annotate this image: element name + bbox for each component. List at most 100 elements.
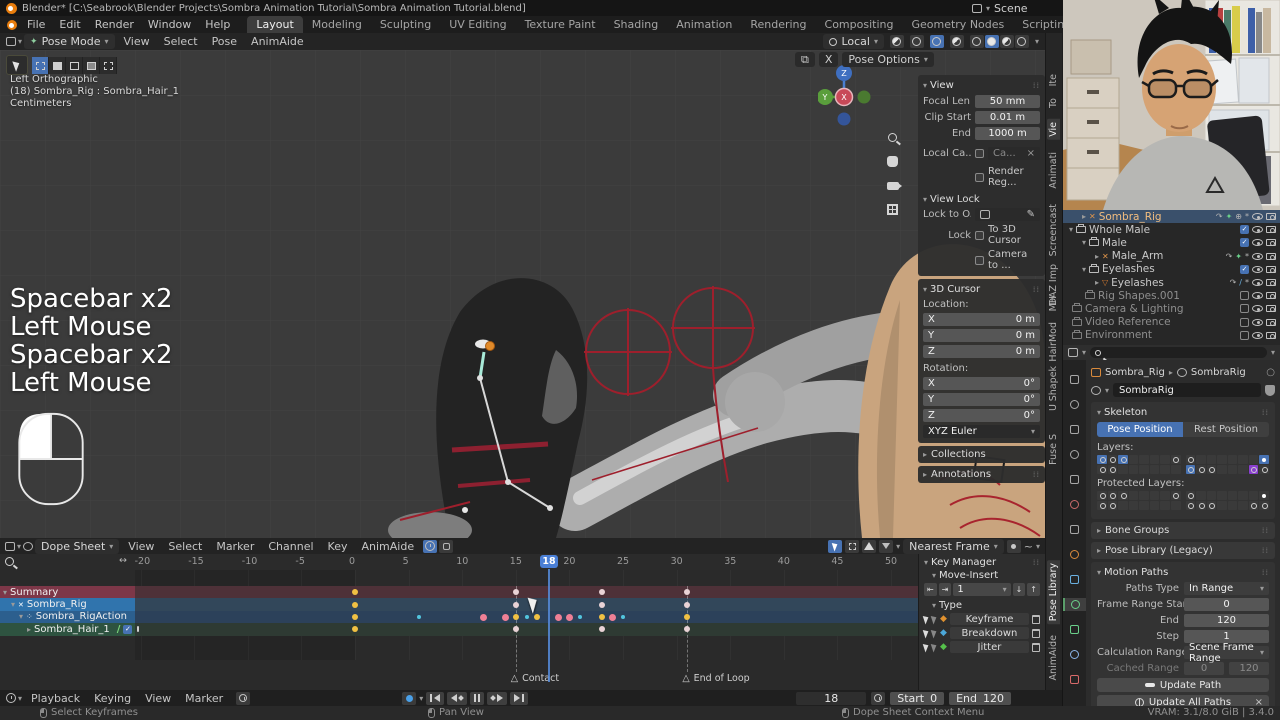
n-panel-tab-ite[interactable]: Ite bbox=[1047, 71, 1060, 89]
disable-render-icon[interactable] bbox=[1266, 292, 1276, 300]
lock-3d-cursor-checkbox[interactable] bbox=[975, 230, 984, 240]
current-frame-pill[interactable]: 18 bbox=[539, 555, 558, 568]
outliner-row-eyelashes[interactable]: ▸ ▽ Eyelashes ↷ / * bbox=[1063, 276, 1280, 289]
select-all-icon[interactable] bbox=[922, 627, 931, 639]
mode-dropdown[interactable]: ✦ Pose Mode ▾ bbox=[24, 34, 115, 49]
pose-library-header[interactable]: ▸ Pose Library (Legacy) ⁞⁞ bbox=[1091, 542, 1275, 559]
dope-menu-marker[interactable]: Marker bbox=[209, 538, 261, 555]
hide-eye-icon[interactable] bbox=[1252, 318, 1263, 326]
keyframe-dot[interactable] bbox=[598, 626, 605, 633]
expand-icon[interactable]: ▾ bbox=[3, 588, 7, 597]
workspace-tab-sculpting[interactable]: Sculpting bbox=[371, 16, 440, 33]
output-icon[interactable] bbox=[1068, 423, 1081, 436]
cursor-rot-x-field[interactable]: X 0° bbox=[923, 377, 1040, 390]
collection-checkbox[interactable] bbox=[1240, 317, 1249, 327]
frame-range-start-field[interactable]: 0 bbox=[1184, 598, 1269, 611]
falloff-curve-icon[interactable]: ~ bbox=[1024, 540, 1033, 553]
filter-funnel-icon[interactable] bbox=[879, 539, 894, 553]
keyframe-dot[interactable] bbox=[352, 601, 358, 608]
keyframe-dot[interactable] bbox=[684, 601, 691, 608]
layer-cell[interactable] bbox=[1248, 501, 1259, 510]
collection-checkbox[interactable]: ✓ bbox=[1240, 264, 1249, 274]
timeline-marker[interactable]: △ End of Loop bbox=[682, 673, 749, 684]
layer-cell[interactable] bbox=[1206, 501, 1217, 510]
armature-layers-grid[interactable] bbox=[1097, 455, 1269, 474]
disable-render-icon[interactable] bbox=[1266, 239, 1276, 247]
timeline-editor-icon[interactable] bbox=[6, 693, 16, 703]
calculation-range-dropdown[interactable]: Scene Frame Range ▾ bbox=[1184, 642, 1269, 664]
layer-cell[interactable] bbox=[1185, 501, 1196, 510]
layer-cell[interactable] bbox=[1097, 501, 1107, 510]
outliner-search-input[interactable] bbox=[1090, 347, 1267, 358]
outliner-row-rig-shapes-001[interactable]: Rig Shapes.001 bbox=[1063, 289, 1280, 302]
expand-icon[interactable]: ▾ bbox=[11, 600, 15, 609]
layer-cell[interactable] bbox=[1227, 455, 1238, 464]
hide-eye-icon[interactable] bbox=[1252, 305, 1263, 313]
dope-menu-channel[interactable]: Channel bbox=[261, 538, 320, 555]
stopwatch-icon[interactable] bbox=[236, 691, 251, 705]
keyframe-dot[interactable] bbox=[598, 589, 605, 596]
channel-search-icon[interactable] bbox=[5, 557, 14, 566]
select-box-extend-button[interactable] bbox=[49, 57, 66, 74]
rotation-mode-dropdown[interactable]: XYZ Euler ▾ bbox=[923, 425, 1040, 438]
select-all-icon[interactable] bbox=[922, 613, 931, 625]
collection-checkbox[interactable] bbox=[1240, 291, 1249, 301]
hide-eye-icon[interactable] bbox=[1252, 265, 1263, 273]
collection-checkbox[interactable]: ✓ bbox=[1240, 238, 1249, 248]
snap-magnet-icon[interactable] bbox=[889, 35, 904, 48]
layer-cell[interactable] bbox=[1248, 491, 1259, 500]
3d-viewport[interactable]: ▾ ✦ Pose Mode ▾ View Select Pose AnimAide L… bbox=[0, 33, 1045, 538]
camera-view-icon[interactable] bbox=[884, 177, 902, 194]
3d-cursor-header[interactable]: ▾ 3D Cursor ⁞⁞ bbox=[923, 282, 1040, 296]
pose-position-button[interactable]: Pose Position bbox=[1097, 422, 1183, 437]
workspace-tab-shading[interactable]: Shading bbox=[605, 16, 668, 33]
dope-tab-pose-library[interactable]: Pose Library bbox=[1047, 560, 1060, 625]
disable-render-icon[interactable] bbox=[1266, 279, 1276, 287]
layer-cell[interactable] bbox=[1185, 455, 1196, 464]
workspace-tab-layout[interactable]: Layout bbox=[247, 16, 303, 33]
expand-icon[interactable]: ▾ bbox=[1082, 238, 1086, 247]
hide-eye-icon[interactable] bbox=[1252, 239, 1263, 247]
cursor-rot-z-field[interactable]: Z 0° bbox=[923, 409, 1040, 422]
layer-cell[interactable] bbox=[1160, 455, 1170, 464]
expand-icon[interactable]: ▸ bbox=[1082, 212, 1086, 221]
hide-eye-icon[interactable] bbox=[1252, 279, 1263, 287]
pin-icon[interactable]: ○ bbox=[1266, 367, 1275, 378]
menu-file[interactable]: File bbox=[20, 16, 52, 33]
layer-cell[interactable] bbox=[1206, 491, 1217, 500]
editor-type-icon[interactable] bbox=[6, 37, 16, 46]
jump-right-button[interactable]: ⇥ bbox=[938, 583, 952, 596]
blender-menu-icon[interactable] bbox=[7, 19, 17, 30]
layer-cell[interactable] bbox=[1248, 465, 1259, 474]
workspace-tab-compositing[interactable]: Compositing bbox=[816, 16, 903, 33]
preview-range-icon[interactable] bbox=[871, 691, 886, 705]
object-icon[interactable] bbox=[1068, 548, 1081, 561]
layer-cell[interactable] bbox=[1160, 491, 1170, 500]
layer-cell[interactable] bbox=[1128, 455, 1139, 464]
key-type-label[interactable]: Breakdown bbox=[949, 627, 1029, 639]
solid-shading-icon[interactable] bbox=[984, 35, 999, 48]
menu-window[interactable]: Window bbox=[141, 16, 198, 33]
disable-render-icon[interactable] bbox=[1266, 252, 1276, 260]
editor-type-icon[interactable] bbox=[5, 541, 15, 551]
pause-button[interactable] bbox=[470, 691, 485, 705]
delete-icon[interactable] bbox=[1032, 614, 1040, 624]
channel-sombra-rig[interactable]: ▾ ✕ Sombra_Rig bbox=[0, 598, 135, 611]
disable-render-icon[interactable] bbox=[1266, 331, 1276, 339]
dope-mode-dropdown[interactable]: Dope Sheet ▾ bbox=[35, 538, 120, 554]
paths-type-dropdown[interactable]: In Range ▾ bbox=[1184, 582, 1269, 595]
timeline-menu-view[interactable]: View bbox=[138, 690, 178, 707]
move-insert-header[interactable]: ▾ Move-Insert bbox=[924, 570, 1040, 581]
normalize-icon[interactable] bbox=[439, 539, 454, 553]
fake-user-shield-icon[interactable] bbox=[1265, 384, 1275, 396]
dope-menu-animaide[interactable]: AnimAide bbox=[354, 538, 421, 555]
layer-cell[interactable] bbox=[1118, 491, 1128, 500]
channel-sombra-hair-1[interactable]: ▸ Sombra_Hair_1 /✓ bbox=[0, 623, 140, 636]
deselect-icon[interactable] bbox=[930, 641, 939, 653]
disable-render-icon[interactable] bbox=[1266, 318, 1276, 326]
layer-cell[interactable] bbox=[1185, 491, 1196, 500]
menu-edit[interactable]: Edit bbox=[52, 16, 87, 33]
mirror-x-toggle[interactable]: X bbox=[818, 52, 839, 67]
deselect-icon[interactable] bbox=[930, 627, 939, 639]
focal-length-field[interactable]: 50 mm bbox=[975, 95, 1040, 108]
